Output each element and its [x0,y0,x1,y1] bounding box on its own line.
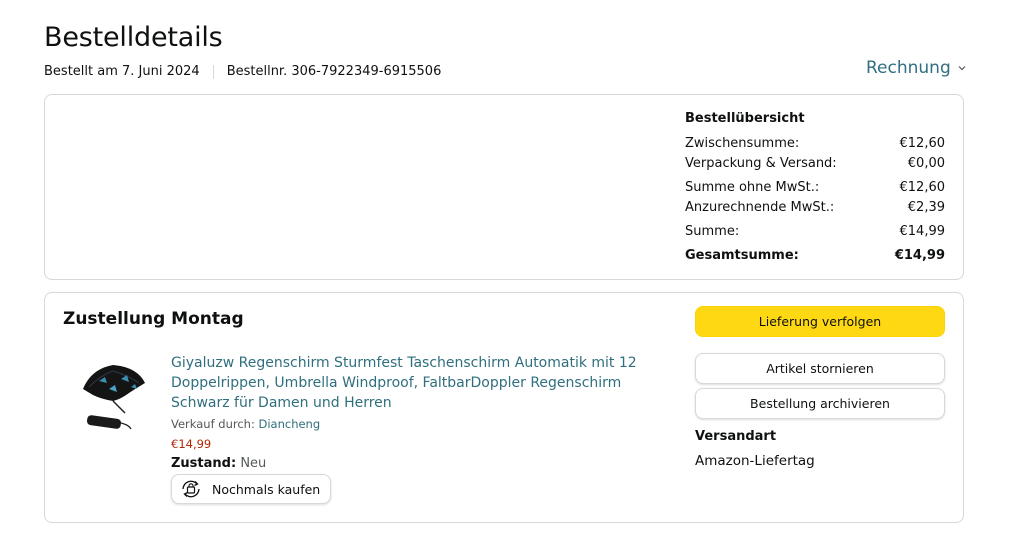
seller-info: Verkauf durch: Diancheng [171,417,320,431]
order-date: Bestellt am 7. Juni 2024 [44,64,200,79]
page-title: Bestelldetails [44,22,223,53]
order-number: Bestellnr. 306-7922349-6915506 [226,64,442,79]
order-meta: Bestellt am 7. Juni 2024 Bestellnr. 306-… [44,64,441,79]
invoice-label: Rechnung [866,58,951,78]
condition-value: Neu [240,456,267,471]
shipping-method-label: Versandart [695,429,777,444]
shipment-title: Zustellung Montag [63,309,244,329]
buy-again-label: Nochmals kaufen [212,481,321,497]
summary-row-total: Gesamtsumme: €14,99 [685,246,945,266]
condition-label: Zustand: [171,456,237,471]
summary-value: €2,39 [907,200,945,215]
archive-order-button[interactable]: Bestellung archivieren [695,388,945,419]
summary-total-label: Gesamtsumme: [685,248,799,263]
product-title-link[interactable]: Giyaluzw Regenschirm Sturmfest Taschensc… [171,353,671,413]
order-summary: Bestellübersicht Zwischensumme: €12,60 V… [685,111,945,266]
product-price: €14,99 [171,437,212,451]
summary-row-sum: Summe: €14,99 [685,222,945,242]
summary-label: Summe: [685,224,740,239]
meta-divider [212,64,214,79]
summary-heading: Bestellübersicht [685,111,805,126]
summary-label: Verpackung & Versand: [685,156,837,171]
summary-value: €0,00 [907,156,945,171]
order-summary-card: Bestellübersicht Zwischensumme: €12,60 V… [44,94,964,280]
seller-link[interactable]: Diancheng [258,417,320,431]
shipping-method-value: Amazon-Liefertag [695,453,815,469]
summary-row-subtotal: Zwischensumme: €12,60 [685,134,945,154]
track-delivery-button[interactable]: Lieferung verfolgen [695,306,945,337]
buy-again-button[interactable]: Nochmals kaufen [171,474,332,504]
cancel-item-button[interactable]: Artikel stornieren [695,353,945,384]
chevron-down-icon [958,66,966,71]
summary-value: €14,99 [899,224,946,239]
summary-row-shipping: Verpackung & Versand: €0,00 [685,154,945,174]
umbrella-product-image[interactable] [77,359,149,437]
buy-again-icon [182,480,200,498]
summary-label: Summe ohne MwSt.: [685,180,820,195]
product-condition: Zustand: Neu [171,456,266,471]
summary-label: Anzurechnende MwSt.: [685,200,835,215]
summary-value: €12,60 [899,136,946,151]
invoice-dropdown[interactable]: Rechnung [866,58,967,78]
shipment-card: Zustellung Montag Giyaluzw Regenschirm S… [44,292,964,523]
summary-value: €12,60 [899,180,946,195]
summary-total-value: €14,99 [894,248,945,263]
summary-row-net: Summe ohne MwSt.: €12,60 [685,178,945,198]
seller-label: Verkauf durch: [171,417,255,431]
summary-row-vat: Anzurechnende MwSt.: €2,39 [685,198,945,218]
summary-label: Zwischensumme: [685,136,800,151]
